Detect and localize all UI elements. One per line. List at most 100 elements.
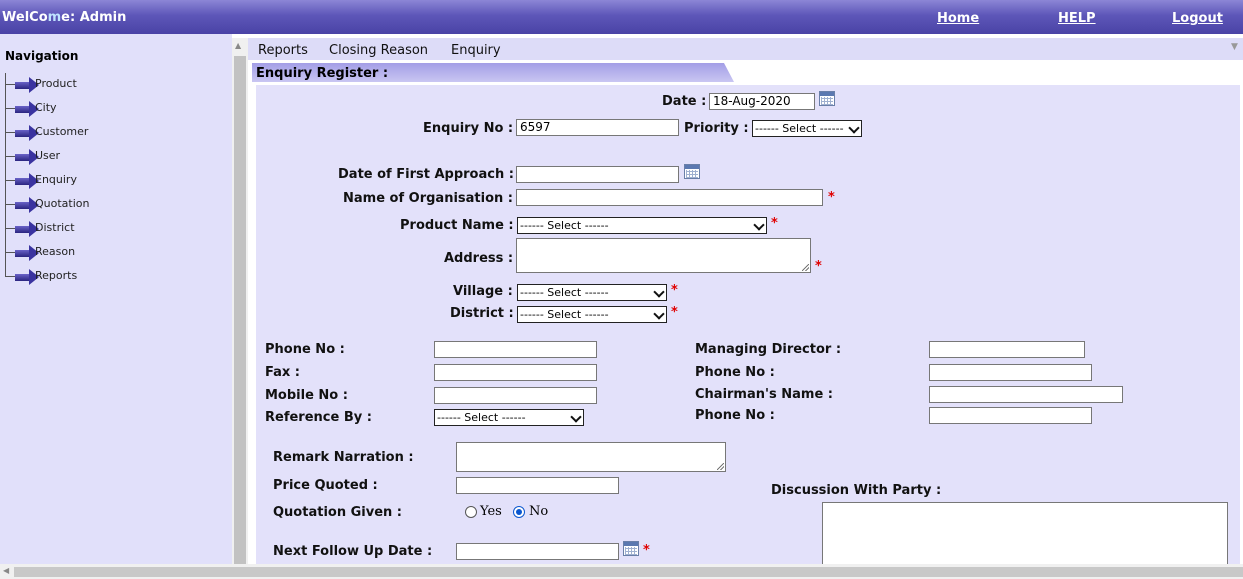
menu-scroll-down-icon[interactable]: ▼	[1231, 42, 1238, 52]
village-label: Village :	[453, 284, 513, 299]
district-select[interactable]: ------ Select ------	[517, 306, 667, 323]
village-select-value: ------ Select ------	[520, 286, 609, 299]
nav-item-quotation[interactable]: Quotation	[5, 181, 225, 217]
required-mark: *	[671, 305, 678, 320]
tree-line	[5, 253, 16, 276]
chevron-down-icon	[653, 286, 665, 298]
nav-item-enquiry[interactable]: Enquiry	[5, 157, 225, 193]
managing-director-label: Managing Director :	[695, 342, 842, 357]
chevron-down-icon	[848, 122, 860, 134]
phone-no-label: Phone No :	[265, 342, 345, 357]
nav-item-product[interactable]: Product	[5, 73, 225, 97]
md-phone-input[interactable]	[929, 364, 1092, 381]
vertical-scroll-thumb[interactable]	[234, 56, 246, 564]
nav-item-label: District	[35, 221, 75, 234]
resize-grip-icon[interactable]	[717, 463, 724, 470]
calendar-icon[interactable]	[819, 91, 835, 106]
date-label: Date :	[662, 94, 707, 109]
next-follow-up-label: Next Follow Up Date :	[273, 544, 433, 559]
discussion-textarea[interactable]	[822, 502, 1228, 566]
required-mark: *	[671, 283, 678, 298]
nav-item-label: User	[35, 149, 61, 162]
md-phone-label: Phone No :	[695, 365, 775, 380]
address-textarea[interactable]	[516, 238, 811, 273]
mobile-no-input[interactable]	[434, 387, 597, 404]
navigation-title: Navigation	[5, 49, 79, 63]
required-mark: *	[771, 216, 778, 231]
quotation-no-label: No	[529, 504, 549, 519]
next-follow-up-input[interactable]	[456, 543, 619, 560]
organisation-input[interactable]	[516, 189, 823, 206]
enquiry-no-label: Enquiry No :	[423, 121, 514, 136]
nav-item-label: Product	[35, 77, 77, 90]
price-quoted-label: Price Quoted :	[273, 478, 378, 493]
required-mark: *	[643, 543, 650, 558]
scroll-left-icon[interactable]: ◀	[3, 566, 9, 575]
priority-select[interactable]: ------ Select ------	[752, 120, 862, 137]
nav-item-label: Quotation	[35, 197, 90, 210]
quotation-given-label: Quotation Given :	[273, 505, 403, 520]
chairman-phone-input[interactable]	[929, 407, 1092, 424]
horizontal-scroll-thumb[interactable]	[14, 567, 1243, 577]
nav-item-city[interactable]: City	[5, 85, 225, 121]
priority-select-value: ------ Select ------	[755, 122, 844, 135]
nav-item-reason[interactable]: Reason	[5, 229, 225, 265]
product-name-label: Product Name :	[400, 218, 514, 233]
reference-by-select[interactable]: ------ Select ------	[434, 409, 584, 426]
nav-item-label: Enquiry	[35, 173, 77, 186]
enquiry-form	[256, 85, 1240, 564]
home-link[interactable]: Home	[937, 11, 979, 26]
organisation-label: Name of Organisation :	[343, 191, 513, 206]
quotation-no-radio[interactable]	[513, 506, 525, 518]
price-quoted-input[interactable]	[456, 477, 619, 494]
resize-grip-icon[interactable]	[802, 264, 809, 271]
remark-narration-label: Remark Narration :	[273, 450, 414, 465]
product-select[interactable]: ------ Select ------	[517, 217, 767, 234]
chevron-down-icon	[570, 411, 582, 423]
first-approach-input[interactable]	[516, 166, 679, 183]
calendar-icon[interactable]	[623, 541, 639, 556]
remark-narration-textarea[interactable]	[456, 442, 726, 472]
nav-item-customer[interactable]: Customer	[5, 109, 225, 145]
required-mark: *	[828, 190, 835, 205]
quotation-yes-label: Yes	[480, 504, 502, 519]
section-title: Enquiry Register :	[256, 66, 389, 81]
menu-item-closing-reason[interactable]: Closing Reason	[329, 43, 428, 58]
chairman-phone-label: Phone No :	[695, 408, 775, 423]
tree-branch	[5, 276, 15, 277]
discussion-label: Discussion With Party :	[771, 483, 942, 498]
welcome-text: WelCome: Admin	[2, 10, 127, 25]
mobile-no-label: Mobile No :	[265, 388, 348, 403]
required-mark: *	[815, 259, 822, 274]
fax-input[interactable]	[434, 364, 597, 381]
nav-item-district[interactable]: District	[5, 205, 225, 241]
reference-by-label: Reference By :	[265, 410, 372, 425]
menu-item-reports[interactable]: Reports	[258, 43, 308, 58]
district-label: District :	[450, 306, 514, 321]
nav-item-reports[interactable]: Reports	[5, 253, 225, 289]
nav-item-label: Reports	[35, 269, 78, 282]
nav-item-user[interactable]: User	[5, 133, 225, 169]
quotation-yes-radio[interactable]	[465, 506, 477, 518]
chairman-name-input[interactable]	[929, 386, 1123, 403]
enquiry-no-input[interactable]: 6597	[516, 119, 679, 136]
scroll-up-icon[interactable]: ▲	[235, 41, 241, 50]
priority-label: Priority :	[684, 121, 749, 136]
village-select[interactable]: ------ Select ------	[517, 284, 667, 301]
product-select-value: ------ Select ------	[520, 219, 609, 232]
reference-select-value: ------ Select ------	[437, 411, 526, 424]
chevron-down-icon	[753, 219, 765, 231]
help-link[interactable]: HELP	[1058, 11, 1096, 26]
chevron-down-icon	[653, 308, 665, 320]
managing-director-input[interactable]	[929, 341, 1085, 358]
date-input[interactable]: 18-Aug-2020	[709, 93, 815, 110]
logout-link[interactable]: Logout	[1172, 11, 1223, 26]
calendar-icon[interactable]	[684, 164, 700, 179]
fax-label: Fax :	[265, 365, 301, 380]
menu-item-enquiry[interactable]: Enquiry	[451, 43, 501, 58]
chairman-name-label: Chairman's Name :	[695, 387, 833, 402]
nav-item-label: Reason	[35, 245, 76, 258]
district-select-value: ------ Select ------	[520, 308, 609, 321]
top-header	[0, 0, 1243, 34]
phone-no-input[interactable]	[434, 341, 597, 358]
